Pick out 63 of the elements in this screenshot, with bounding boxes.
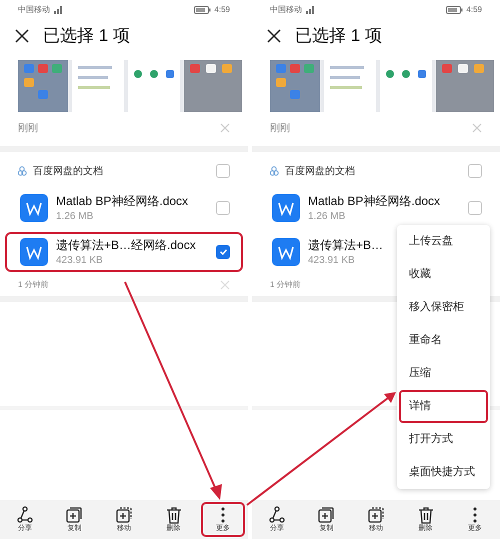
recent-label: 刚刚 [270,122,290,136]
file-size: 423.91 KB [56,254,104,268]
page-title: 已选择 1 项 [295,25,382,48]
checkbox[interactable] [468,164,482,178]
signal-icon [305,5,315,15]
file-row[interactable]: Matlab BP神经网络.docx 1.26 MB [257,188,495,228]
more-icon [221,507,226,523]
group-name: 百度网盘的文档 [33,164,104,178]
close-button[interactable] [267,29,281,43]
trash-icon [416,506,435,524]
carrier-name: 中国移动 [18,4,50,16]
more-icon [473,507,478,523]
trash-icon [164,506,183,524]
file-name: 遗传算法+B…经网络.docx [56,236,196,254]
word-document-icon [20,238,48,266]
move-icon [114,506,133,524]
checkmark-icon [220,249,226,255]
checkbox[interactable] [216,164,230,178]
menu-item[interactable]: 详情 [399,390,488,423]
file-size: 1.26 MB [308,210,346,224]
menu-item[interactable]: 收藏 [399,258,488,291]
word-document-icon [20,194,48,222]
menu-item[interactable]: 打开方式 [399,423,488,456]
share-icon [268,506,286,524]
close-icon [220,123,230,133]
status-time: 4:59 [214,4,230,16]
battery-icon [446,5,464,15]
checkbox[interactable] [468,201,482,215]
time-label: 1 分钟前 [270,279,301,291]
recent-label: 刚刚 [18,122,38,136]
word-document-icon [272,238,300,266]
close-icon [472,123,482,133]
file-name: Matlab BP神经网络.docx [308,192,440,210]
group-name: 百度网盘的文档 [285,164,356,178]
file-size: 1.26 MB [56,210,94,224]
cloud-icon [270,166,279,176]
carrier-name: 中国移动 [270,4,302,16]
close-icon [220,280,230,290]
copy-icon [65,506,84,524]
close-button[interactable] [15,29,29,43]
file-size: 423.91 KB [308,254,356,268]
file-row[interactable]: 遗传算法+B… 423.91 KB [257,232,393,272]
file-name: 遗传算法+B… [308,236,384,254]
status-time: 4:59 [466,4,482,16]
file-row[interactable]: 遗传算法+B…经网络.docx 423.91 KB [5,232,243,272]
menu-item[interactable]: 上传云盘 [399,225,488,258]
checkbox[interactable] [216,201,230,215]
word-document-icon [272,194,300,222]
page-title: 已选择 1 项 [43,25,130,48]
file-name: Matlab BP神经网络.docx [56,192,188,210]
checkbox[interactable] [216,245,230,259]
signal-icon [53,5,63,15]
copy-icon [317,506,336,524]
file-row[interactable]: Matlab BP神经网络.docx 1.26 MB [5,188,243,228]
move-icon [366,506,385,524]
cloud-icon [18,166,27,176]
menu-item[interactable]: 重命名 [399,324,488,357]
menu-item[interactable]: 桌面快捷方式 [399,456,488,489]
menu-item[interactable]: 压缩 [399,357,488,390]
menu-item[interactable]: 移入保密柜 [399,291,488,324]
battery-icon [194,5,212,15]
share-icon [16,506,34,524]
time-label: 1 分钟前 [18,279,49,291]
